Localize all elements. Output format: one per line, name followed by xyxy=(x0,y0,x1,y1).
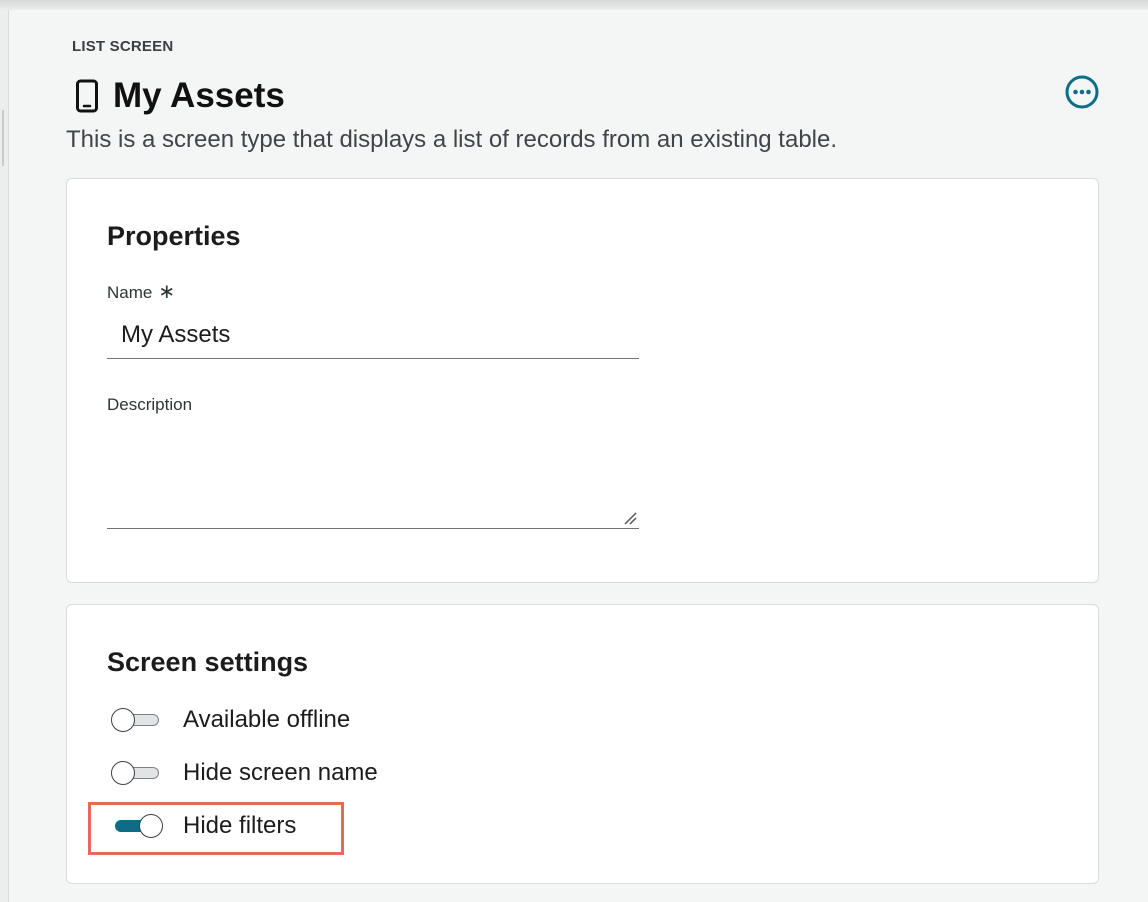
panel-resize-notch xyxy=(2,110,4,166)
toggle-knob xyxy=(111,761,135,785)
page-description: This is a screen type that displays a li… xyxy=(66,126,838,153)
required-asterisk: ∗ xyxy=(158,281,176,303)
available-offline-toggle[interactable] xyxy=(111,708,161,732)
properties-heading: Properties xyxy=(107,221,241,251)
toggle-knob xyxy=(111,708,135,732)
hide-filters-label: Hide filters xyxy=(183,812,297,839)
screen-details-page: LIST SCREEN My Assets This is a screen t… xyxy=(9,10,1148,902)
screen-settings-heading: Screen settings xyxy=(107,647,309,677)
toggle-row-hide-screen-name: Hide screen name xyxy=(111,753,378,793)
hide-screen-name-toggle[interactable] xyxy=(111,761,161,785)
available-offline-label: Available offline xyxy=(183,706,351,733)
description-field-label: Description xyxy=(107,395,193,414)
resize-handle-icon[interactable] xyxy=(623,511,637,525)
name-input[interactable] xyxy=(107,311,639,359)
hide-screen-name-label: Hide screen name xyxy=(183,759,378,786)
more-options-icon xyxy=(1064,74,1100,115)
mobile-device-icon xyxy=(69,78,105,114)
toggle-row-available-offline: Available offline xyxy=(111,700,350,740)
page-title: My Assets xyxy=(113,76,285,115)
title-row: My Assets xyxy=(69,74,285,118)
left-panel-edge xyxy=(0,10,9,902)
name-label-text: Name xyxy=(107,283,153,302)
screen-type-eyebrow: LIST SCREEN xyxy=(72,38,174,55)
toggle-row-hide-filters: Hide filters xyxy=(111,806,296,846)
properties-card: Properties Name ∗ Description xyxy=(66,178,1099,583)
description-textarea[interactable] xyxy=(107,427,639,529)
hide-filters-toggle[interactable] xyxy=(111,814,163,838)
toggle-knob xyxy=(139,814,163,838)
name-field-label: Name ∗ xyxy=(107,279,175,304)
more-options-button[interactable] xyxy=(1063,75,1101,113)
screen-settings-card: Screen settings Available offline Hide s… xyxy=(66,604,1099,884)
top-border xyxy=(0,0,1148,10)
